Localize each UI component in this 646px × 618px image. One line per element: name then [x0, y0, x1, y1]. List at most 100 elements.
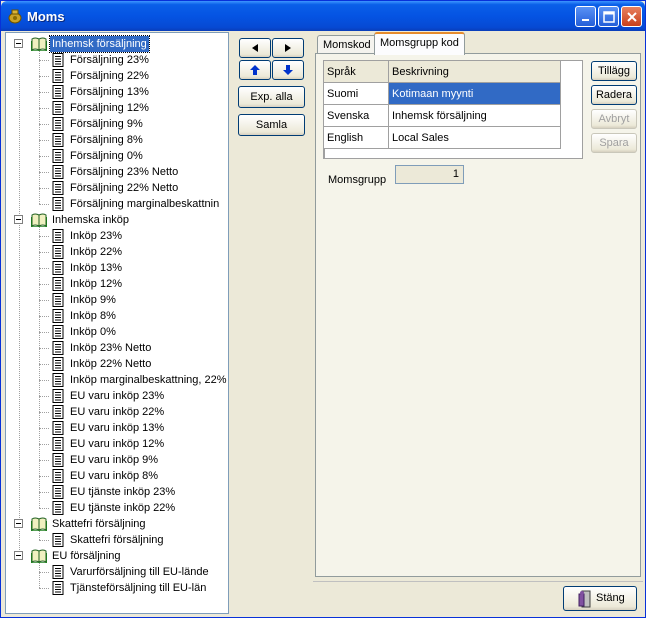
tree-connector: [39, 92, 49, 93]
tree-group[interactable]: EU försäljning: [6, 548, 228, 564]
tree-item-label[interactable]: Försäljning 12%: [68, 100, 151, 116]
grid-divider: [324, 149, 325, 159]
tree-item-label[interactable]: Inköp 22% Netto: [68, 356, 153, 372]
tree-group-label[interactable]: Skattefri försäljning: [50, 516, 148, 532]
tree-group[interactable]: Inhemska inköp: [6, 212, 228, 228]
tree-item-label[interactable]: Inköp 0%: [68, 324, 118, 340]
table-row-language[interactable]: Svenska: [324, 105, 389, 127]
minimize-button[interactable]: [575, 6, 596, 27]
tree-item-label[interactable]: Försäljning 9%: [68, 116, 145, 132]
tree-item-label[interactable]: Försäljning 23% Netto: [68, 164, 180, 180]
tree-item-label[interactable]: Försäljning 23%: [68, 52, 151, 68]
document-icon: [52, 293, 64, 307]
tree-connector: [39, 316, 49, 317]
tree-item-label[interactable]: Försäljning 22%: [68, 68, 151, 84]
tree-connector: [39, 204, 49, 205]
tree-item-label[interactable]: Varurförsäljning till EU-lände: [68, 564, 211, 580]
collapse-button[interactable]: Samla: [238, 114, 305, 136]
tree-connector: [39, 508, 49, 509]
column-header-description[interactable]: Beskrivning: [389, 61, 561, 83]
tree-item-label[interactable]: Skattefri försäljning: [68, 532, 166, 548]
close-window-button[interactable]: [621, 6, 642, 27]
tab-momsgrupp-kod[interactable]: Momsgrupp kod: [374, 32, 465, 55]
tree-item-label[interactable]: Inköp 8%: [68, 308, 118, 324]
tree-group-label[interactable]: Inhemska inköp: [50, 212, 131, 228]
door-exit-icon: [578, 590, 591, 608]
tree-connector: [39, 268, 49, 269]
tree-connector: [39, 51, 40, 204]
window-title: Moms: [27, 9, 65, 24]
arrow-left-icon: [252, 44, 258, 52]
tree-item-label[interactable]: Försäljning marginalbeskattnin: [68, 196, 221, 212]
tree-item-label[interactable]: EU varu inköp 8%: [68, 468, 160, 484]
move-left-button[interactable]: [239, 38, 271, 58]
tree-item-label[interactable]: EU tjänste inköp 23%: [68, 484, 177, 500]
tree-item-label[interactable]: Inköp marginalbeskattning, 22%: [68, 372, 228, 388]
save-button[interactable]: Spara: [591, 133, 637, 153]
tree-item-label[interactable]: EU varu inköp 9%: [68, 452, 160, 468]
document-icon: [52, 181, 64, 195]
move-down-button[interactable]: [272, 60, 304, 80]
tree-item-label[interactable]: Försäljning 22% Netto: [68, 180, 180, 196]
tree-group[interactable]: Inhemsk försäljning: [6, 35, 228, 53]
description-grid[interactable]: Språk Beskrivning Suomi Kotimaan myynti …: [323, 60, 583, 159]
tree-connector: [39, 540, 49, 541]
momsgrupp-field[interactable]: 1: [395, 165, 464, 184]
momsgrupp-label: Momsgrupp: [328, 174, 387, 186]
tree-item-label[interactable]: Inköp 23%: [68, 228, 124, 244]
vat-tree[interactable]: Inhemsk försäljning Försäljning 23% Försäl…: [5, 32, 229, 614]
tree-connector: [39, 348, 49, 349]
delete-button[interactable]: Radera: [591, 85, 637, 105]
document-icon: [52, 325, 64, 339]
table-row-language[interactable]: Suomi: [324, 83, 389, 105]
move-up-button[interactable]: [239, 60, 271, 80]
tree-group[interactable]: Skattefri försäljning: [6, 516, 228, 532]
maximize-button[interactable]: [598, 6, 619, 27]
collapse-toggle-icon[interactable]: [14, 215, 23, 224]
table-row-description[interactable]: Inhemsk försäljning: [389, 105, 561, 127]
title-bar[interactable]: Moms: [1, 1, 645, 31]
maximize-icon: [603, 11, 615, 23]
collapse-toggle-icon[interactable]: [14, 519, 23, 528]
tree-connector: [39, 236, 49, 237]
tree-group-label[interactable]: EU försäljning: [50, 548, 122, 564]
tree-item-label[interactable]: Inköp 22%: [68, 244, 124, 260]
table-row-description[interactable]: Kotimaan myynti: [389, 83, 561, 105]
document-icon: [52, 565, 64, 579]
document-icon: [52, 165, 64, 179]
tree-connector: [39, 108, 49, 109]
money-bag-icon: [8, 9, 22, 24]
tree-item-label[interactable]: EU tjänste inköp 22%: [68, 500, 177, 516]
document-icon: [52, 437, 64, 451]
tree-item-label[interactable]: Försäljning 13%: [68, 84, 151, 100]
expand-all-button[interactable]: Exp. alla: [238, 86, 305, 108]
tree-group-label[interactable]: Inhemsk försäljning: [49, 35, 150, 53]
tree-item-label[interactable]: Inköp 12%: [68, 276, 124, 292]
collapse-toggle-icon[interactable]: [14, 39, 23, 48]
add-button[interactable]: Tillägg: [591, 61, 637, 81]
collapse-toggle-icon[interactable]: [14, 551, 23, 560]
tree-item-label[interactable]: Försäljning 8%: [68, 132, 145, 148]
tree-item-label[interactable]: EU varu inköp 12%: [68, 436, 166, 452]
move-right-button[interactable]: [272, 38, 304, 58]
tab-momskod[interactable]: Momskod: [317, 35, 377, 55]
table-row-description[interactable]: Local Sales: [389, 127, 561, 149]
tree-item-label[interactable]: Inköp 9%: [68, 292, 118, 308]
cancel-button[interactable]: Avbryt: [591, 109, 637, 129]
tree-item-label[interactable]: EU varu inköp 23%: [68, 388, 166, 404]
tree-item-label[interactable]: Inköp 23% Netto: [68, 340, 153, 356]
document-icon: [52, 405, 64, 419]
tree-connector: [39, 188, 49, 189]
tree-item-label[interactable]: Tjänsteförsäljning till EU-län: [68, 580, 208, 596]
tree-item-label[interactable]: Inköp 13%: [68, 260, 124, 276]
tree-connector: [39, 332, 49, 333]
close-button[interactable]: Stäng: [563, 586, 637, 611]
document-icon: [52, 357, 64, 371]
tree-item-label[interactable]: EU varu inköp 22%: [68, 404, 166, 420]
table-row-language[interactable]: English: [324, 127, 389, 149]
document-icon: [52, 373, 64, 387]
tree-item-label[interactable]: Försäljning 0%: [68, 148, 145, 164]
tree-connector: [39, 140, 49, 141]
column-header-language[interactable]: Språk: [324, 61, 389, 83]
tree-item-label[interactable]: EU varu inköp 13%: [68, 420, 166, 436]
